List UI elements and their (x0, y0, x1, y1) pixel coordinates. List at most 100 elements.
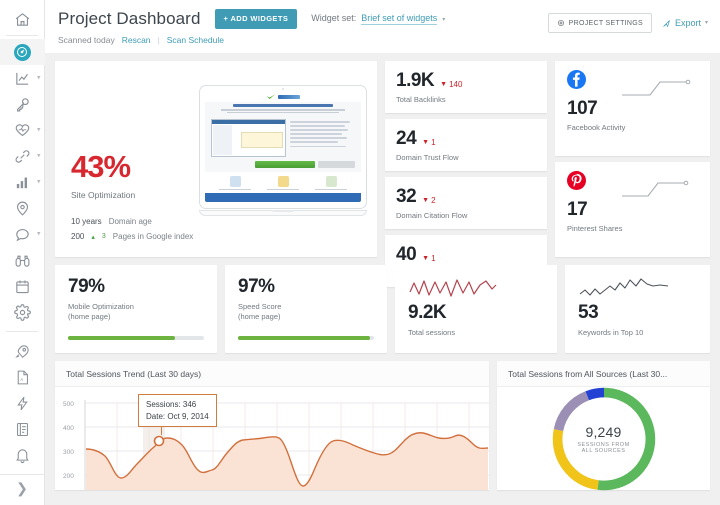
domain-age-value: 10 years (71, 217, 102, 226)
sidebar-divider-2 (6, 331, 38, 332)
chevron-down-icon[interactable]: ▾ (37, 127, 41, 134)
speed-score-value: 97% (238, 276, 275, 297)
backlink-metrics-stack: 1.9K ▼ 140 Total Backlinks 24 ▼ 1 Domain T… (385, 61, 547, 287)
top-bar-actions: PROJECT SETTINGS Export ▾ (547, 13, 708, 33)
mobile-optimization-card[interactable]: 79% Mobile Optimization (home page) (55, 265, 217, 353)
metric-card[interactable]: 24 ▼ 1 Domain Trust Flow (385, 119, 547, 171)
pinterest-value: 17 (567, 199, 588, 220)
map-pin-icon (14, 200, 31, 217)
sidebar-item-local-seo[interactable] (0, 195, 45, 221)
export-icon (663, 19, 670, 27)
pdf-file-icon: A (14, 369, 31, 386)
sidebar-item-site-audit[interactable]: ▾ (0, 117, 45, 143)
metric-delta-value: 1 (431, 254, 436, 263)
rescan-link[interactable]: Rescan (122, 35, 151, 45)
chevron-down-icon[interactable]: ▾ (37, 179, 41, 186)
link-icon (14, 148, 31, 165)
chevron-right-icon[interactable]: ❯ (16, 481, 28, 495)
report-list-icon (14, 421, 31, 438)
preview-logo (205, 91, 361, 102)
pinterest-shares-card[interactable]: 17 Pinterest Shares (555, 162, 710, 257)
sidebar-item-home[interactable] (0, 6, 45, 32)
separator: | (157, 35, 160, 45)
sidebar-item-launch[interactable] (0, 338, 45, 364)
y-tick-300: 300 (63, 449, 74, 456)
tooltip-tail (161, 426, 162, 436)
site-optimization-label: Site Optimization (71, 190, 136, 200)
sidebar-item-schedule[interactable] (0, 273, 45, 299)
label-line-1: Mobile Optimization (68, 302, 134, 311)
sidebar-item-notifications[interactable] (0, 442, 45, 468)
sidebar-item-rankings[interactable]: ▾ (0, 65, 45, 91)
line-chart-icon (14, 70, 31, 87)
top-bar: Project Dashboard + ADD WIDGETS Widget s… (45, 0, 720, 53)
metric-value: 24 (396, 128, 417, 149)
site-meta: 10 years Domain age 200 ▴ 3 Pages in Goo… (71, 211, 193, 241)
site-optimization-block: 43% Site Optimization (71, 149, 135, 200)
sidebar-item-pdf-report[interactable]: A (0, 364, 45, 390)
domain-age-label: Domain age (108, 217, 152, 226)
tooltip-date: Date: Oct 9, 2014 (146, 411, 209, 421)
sidebar-item-competitors[interactable] (0, 247, 45, 273)
keywords-top10-sparkline (579, 278, 669, 296)
metric-card[interactable]: 1.9K ▼ 140 Total Backlinks (385, 61, 547, 113)
sidebar-item-quick-actions[interactable] (0, 390, 45, 416)
speed-score-card[interactable]: 97% Speed Score (home page) (225, 265, 387, 353)
total-sessions-sparkline (409, 279, 497, 297)
pinterest-label: Pinterest Shares (567, 224, 623, 233)
export-button[interactable]: Export ▾ (662, 18, 708, 28)
keywords-top10-value: 53 (578, 302, 599, 323)
keywords-top10-card[interactable]: 53 Keywords in Top 10 (565, 265, 710, 353)
chevron-down-icon[interactable]: ▾ (37, 75, 41, 82)
site-optimization-card[interactable]: 43% Site Optimization 10 years Domain ag… (55, 61, 377, 257)
total-sessions-card[interactable]: 9.2K Total sessions (395, 265, 557, 353)
facebook-icon (567, 70, 586, 89)
domain-age-row: 10 years Domain age (71, 217, 193, 226)
sidebar-item-dashboard[interactable] (0, 39, 45, 65)
pages-indexed-value: 200 (71, 232, 85, 241)
scan-schedule-link[interactable]: Scan Schedule (167, 35, 224, 45)
donut-center-value: 9,249 (585, 423, 622, 440)
sidebar-item-social[interactable]: ▾ (0, 221, 45, 247)
gear-icon (557, 20, 564, 26)
sidebar-item-reports[interactable] (0, 416, 45, 442)
metric-card[interactable]: 32 ▼ 2 Domain Citation Flow (385, 177, 547, 229)
facebook-activity-card[interactable]: 107 Facebook Activity (555, 61, 710, 156)
chevron-down-icon[interactable]: ▾ (705, 20, 708, 26)
sidebar-divider (6, 35, 38, 36)
progress-track (68, 336, 204, 340)
metric-label: Total Backlinks (396, 95, 446, 104)
arrow-down-icon: ▼ (422, 255, 430, 262)
dashboard-gauge-icon (13, 43, 31, 61)
scanned-text: Scanned today (58, 35, 115, 45)
sessions-trend-panel[interactable]: Total Sessions Trend (Last 30 days) 500 … (55, 361, 489, 490)
sidebar-item-keywords[interactable] (0, 91, 45, 117)
sidebar-item-backlinks[interactable]: ▾ (0, 143, 45, 169)
left-sidebar: ▾ ▾ ▾ ▾ ▾ A ❯ (0, 0, 45, 505)
sidebar-item-traffic[interactable]: ▾ (0, 169, 45, 195)
preview-buttons (205, 161, 361, 172)
sessions-sources-chart: 9,249 SESSIONS FROM ALL SOURCES (497, 387, 710, 491)
sessions-sources-panel[interactable]: Total Sessions from All Sources (Last 30… (497, 361, 710, 491)
main-area: Project Dashboard + ADD WIDGETS Widget s… (45, 0, 720, 505)
donut-center-label: 9,249 SESSIONS FROM ALL SOURCES (497, 424, 710, 454)
label-line-2: (home page) (238, 312, 281, 322)
add-widgets-button[interactable]: + ADD WIDGETS (214, 9, 298, 29)
chevron-down-icon[interactable]: ▾ (442, 16, 445, 23)
sidebar-item-settings[interactable] (0, 299, 45, 325)
widgets-row-1: 43% Site Optimization 10 years Domain ag… (55, 61, 710, 287)
keywords-top10-label: Keywords in Top 10 (578, 328, 644, 337)
metric-value: 32 (396, 186, 417, 207)
preview-feature-list (289, 119, 355, 157)
chevron-down-icon[interactable]: ▾ (37, 231, 41, 238)
project-settings-button[interactable]: PROJECT SETTINGS (547, 13, 652, 33)
widget-set-dropdown[interactable]: Brief set of widgets (361, 13, 438, 25)
chevron-down-icon[interactable]: ▾ (37, 153, 41, 160)
metric-delta-value: 1 (431, 138, 436, 147)
widgets-row-3: Total Sessions Trend (Last 30 days) 500 … (55, 361, 710, 491)
metric-delta-value: 2 (431, 196, 436, 205)
trend-hover-point (153, 435, 165, 447)
sidebar-expand-area: ❯ (0, 474, 44, 505)
preview-features (205, 172, 361, 194)
project-settings-label: PROJECT SETTINGS (568, 19, 643, 27)
